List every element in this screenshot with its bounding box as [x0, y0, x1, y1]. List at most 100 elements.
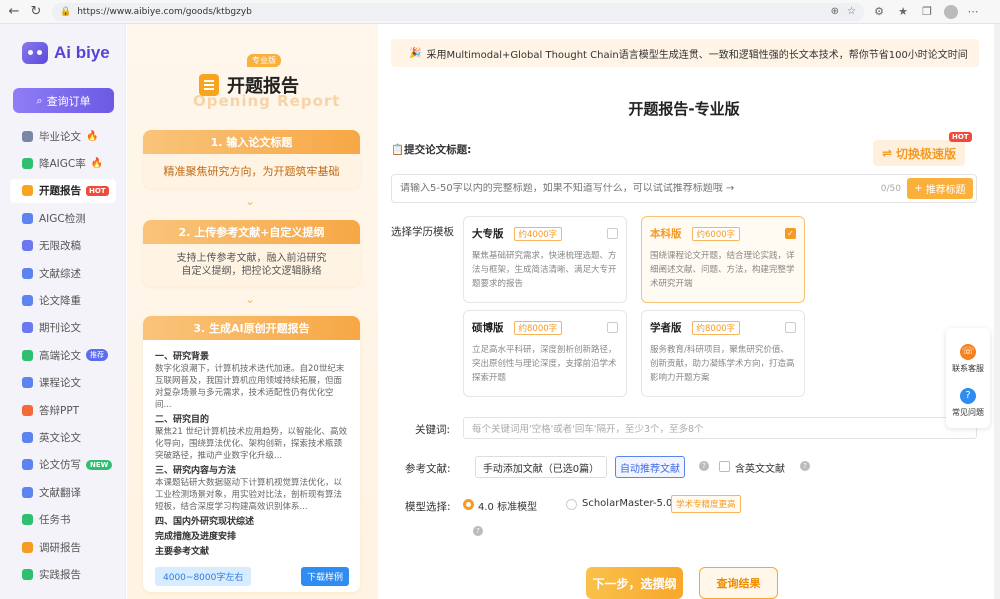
edu-card-words: 约8000字 [691, 320, 741, 335]
lock-icon: 🔒 [60, 6, 72, 17]
address-bar[interactable]: 🔒 https://www.aibiye.com/goods/ktbgzyb ⊕… [52, 2, 864, 21]
edu-card-desc: 聚焦基础研究需求，快速梳理选题、方法与框架，生成简洁清晰、满足大专开题要求的报告 [472, 251, 617, 289]
sidebar-item-4[interactable]: 无限改稿 [10, 234, 116, 258]
edu-card-checkbox[interactable]: ✓ [785, 228, 796, 239]
chevron-down-icon: ⌄ [245, 292, 256, 306]
sidebar-item-7[interactable]: 期刊论文 [10, 316, 116, 340]
help-icon[interactable]: ? [699, 461, 709, 471]
practice-icon [22, 568, 33, 580]
sidebar-item-16[interactable]: 实践报告 [10, 562, 116, 586]
browser-toolbar: ← ↻ 🔒 https://www.aibiye.com/goods/ktbgz… [0, 0, 1000, 24]
edu-card-checkbox[interactable] [607, 322, 618, 333]
sidebar-item-label: 答辩PPT [39, 404, 80, 417]
clipboard-icon: 📋 [391, 144, 405, 156]
sample-footer: 4000~8000字左右 下载样例 [155, 567, 349, 586]
profile-avatar[interactable] [944, 4, 958, 19]
english-icon [22, 431, 33, 443]
model-scholar-label: ScholarMaster-5.0 [582, 498, 673, 509]
model-scholar-radio[interactable] [566, 499, 577, 510]
title-input-box: 0/50 + 推荐标题 [391, 174, 977, 203]
panel-title: 开题报告 [199, 72, 299, 98]
edu-card-1[interactable]: 本科版 约6000字 ✓ 围绕课程论文开题，结合理论实践，详细阐述文献、问题、方法，构… [641, 216, 805, 303]
edu-card-3[interactable]: 学者版 约8000字 服务教育/科研项目，聚焦研究价值、创新贡献，助力凝练学术方向，… [641, 310, 805, 397]
sidebar-item-13[interactable]: 文献翻译 [10, 480, 116, 504]
imitate-icon [22, 459, 33, 471]
page-title: 开题报告-专业版 [628, 100, 740, 118]
sample-report-content: 一、研究背景 数字化浪潮下，计算机技术迭代加速。自20世纪末互联网普及，我国计算机… [143, 340, 360, 566]
favorites-icon[interactable]: ★ [894, 3, 912, 21]
faq-button[interactable]: ? 常见问题 [946, 388, 990, 418]
sidebar-item-5[interactable]: 文献综述 [10, 261, 116, 285]
sidebar-item-1[interactable]: 降AIGC率 🔥 [10, 151, 116, 175]
manual-add-reference-button[interactable]: 手动添加文献（已选0篇） [475, 456, 607, 478]
english-reference-checkbox[interactable] [719, 461, 730, 472]
speed-label: 切换极速版 [896, 146, 957, 161]
help-icon[interactable]: ? [473, 526, 483, 536]
sidebar-item-9[interactable]: 课程论文 [10, 371, 116, 395]
recommend-title-button[interactable]: + 推荐标题 [907, 178, 973, 199]
edu-card-words: 约4000字 [513, 226, 563, 241]
model-standard-label: 4.0 标准模型 [478, 502, 538, 513]
back-icon[interactable]: ← [6, 4, 22, 20]
logo-text: Ai biye [54, 43, 110, 62]
sidebar-item-2[interactable]: 开题报告 HOT [10, 178, 116, 203]
chevron-down-icon: ⌄ [245, 194, 256, 208]
sidebar-item-0[interactable]: 毕业论文 🔥 [10, 124, 116, 148]
edu-card-checkbox[interactable] [785, 322, 796, 333]
edu-card-checkbox[interactable] [607, 228, 618, 239]
switch-speed-version-button[interactable]: ⇌ 切换极速版 [873, 140, 965, 166]
title-label-text: 提交论文标题: [404, 144, 472, 156]
sidebar-item-label: 英文论文 [39, 431, 81, 444]
title-char-count: 0/50 [880, 183, 901, 194]
edu-card-2[interactable]: 硕博版 约8000字 立足高水平科研，深度剖析创新路径，突出原创性与理论深度，支撑前… [463, 310, 627, 397]
zoom-icon[interactable]: ⊕ [831, 6, 839, 17]
more-icon[interactable]: ⋯ [964, 3, 982, 21]
query-order-button[interactable]: ⌕ 查询订单 [13, 88, 114, 113]
step-2-desc-1: 支持上传参考文献，融入前沿研究 [176, 253, 327, 264]
sidebar-item-14[interactable]: 任务书 [10, 508, 116, 532]
sidebar-item-15[interactable]: 调研报告 [10, 535, 116, 559]
sidebar-item-label: 论文降重 [39, 294, 81, 307]
nav-badge: NEW [86, 459, 113, 470]
auto-recommend-reference-button[interactable]: 自动推荐文献 [615, 456, 685, 478]
logo[interactable]: Ai biye [22, 42, 110, 64]
query-result-button[interactable]: 查询结果 [699, 567, 778, 599]
edu-card-header: 学者版 约8000字 [650, 320, 796, 335]
refresh-icon[interactable]: ↻ [28, 4, 44, 20]
sidebar-item-12[interactable]: 论文仿写 NEW [10, 453, 116, 477]
sidebar-item-11[interactable]: 英文论文 [10, 425, 116, 449]
edu-card-header: 本科版 约6000字 ✓ [650, 226, 796, 241]
sidebar-item-10[interactable]: 答辩PPT [10, 398, 116, 422]
contact-service-button[interactable]: ☏ 联系客服 [946, 344, 990, 374]
star-icon[interactable]: ☆ [847, 6, 856, 17]
collections-icon[interactable]: ❐ [918, 3, 936, 21]
swap-icon: ⇌ [881, 146, 893, 160]
extension-icon[interactable]: ⚙ [870, 3, 888, 21]
download-sample-button[interactable]: 下载样例 [300, 567, 349, 586]
recommend-title-label: 推荐标题 [925, 185, 966, 196]
sidebar-item-label: 无限改稿 [39, 240, 81, 253]
ppt-icon [22, 404, 33, 416]
title-input[interactable] [400, 183, 870, 194]
faq-label: 常见问题 [952, 408, 984, 417]
edu-card-0[interactable]: 大专版 约4000字 聚焦基础研究需求，快速梳理选题、方法与框架，生成简洁清晰、满足… [463, 216, 627, 303]
page-scrollbar[interactable] [994, 24, 1000, 599]
model-standard-radio[interactable] [463, 499, 474, 510]
sidebar-item-3[interactable]: AIGC检测 [10, 206, 116, 230]
task-icon [22, 514, 33, 526]
step-2-desc: 支持上传参考文献，融入前沿研究 自定义提纲，把控论文逻辑脉络 [143, 244, 360, 286]
edu-card-header: 硕博版 约8000字 [472, 320, 618, 335]
feature-intro-panel: Opening Report 专业版 开题报告 1. 输入论文标题 精准聚焦研究… [127, 24, 378, 599]
keyword-input[interactable]: 每个关键词用'空格'或者'回车'隔开，至少3个，至多8个 [463, 417, 977, 439]
contact-service-label: 联系客服 [952, 364, 984, 373]
help-icon[interactable]: ? [800, 461, 810, 471]
edit-icon [22, 240, 33, 252]
sidebar-item-8[interactable]: 高端论文 推荐 [10, 343, 116, 367]
nav-badge: HOT [86, 185, 109, 196]
next-step-button[interactable]: 下一步，选撰纲 [586, 567, 683, 599]
sample-section-heading: 四、国内外研究现状综述 [155, 517, 255, 527]
question-icon: ? [960, 388, 976, 404]
keyword-label: 关键词: [415, 424, 451, 436]
sidebar-item-label: 毕业论文 [39, 130, 81, 143]
sidebar-item-6[interactable]: 论文降重 [10, 288, 116, 312]
